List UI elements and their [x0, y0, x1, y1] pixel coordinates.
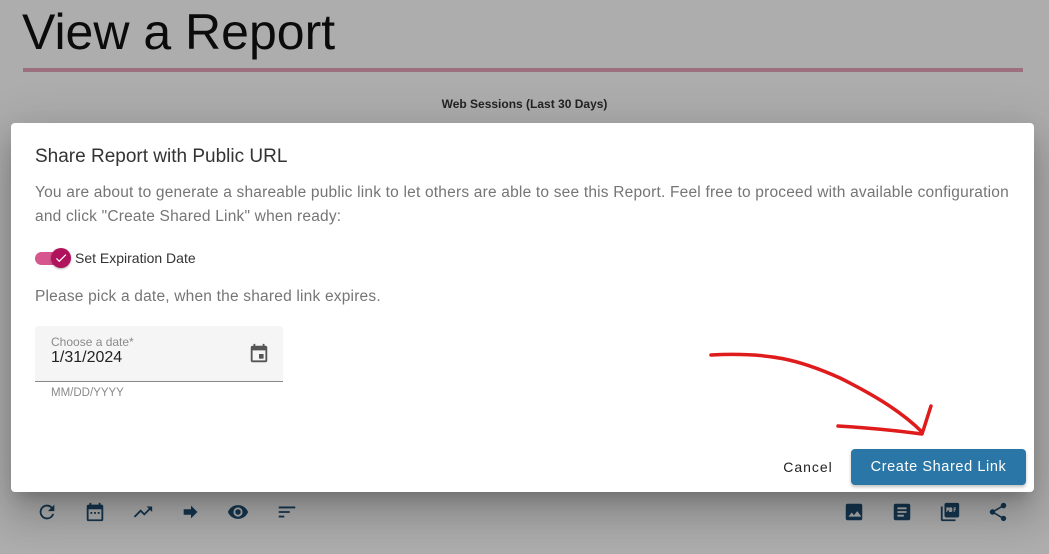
create-shared-link-button[interactable]: Create Shared Link: [851, 449, 1026, 485]
date-field[interactable]: Choose a date*: [35, 326, 283, 382]
calendar-picker-icon[interactable]: [247, 342, 271, 366]
expiration-toggle[interactable]: [35, 247, 75, 269]
check-icon: [55, 254, 67, 263]
share-dialog: Share Report with Public URL You are abo…: [11, 123, 1034, 492]
dialog-description: You are about to generate a shareable pu…: [35, 184, 1009, 225]
date-hint-text: Please pick a date, when the shared link…: [35, 288, 381, 305]
toggle-thumb: [51, 248, 71, 268]
date-input[interactable]: [51, 349, 231, 367]
date-format-hint: MM/DD/YYYY: [51, 387, 124, 399]
cancel-button[interactable]: Cancel: [773, 451, 843, 483]
date-field-label: Choose a date*: [51, 335, 134, 349]
dialog-title: Share Report with Public URL: [35, 146, 288, 167]
toggle-label: Set Expiration Date: [75, 250, 196, 266]
